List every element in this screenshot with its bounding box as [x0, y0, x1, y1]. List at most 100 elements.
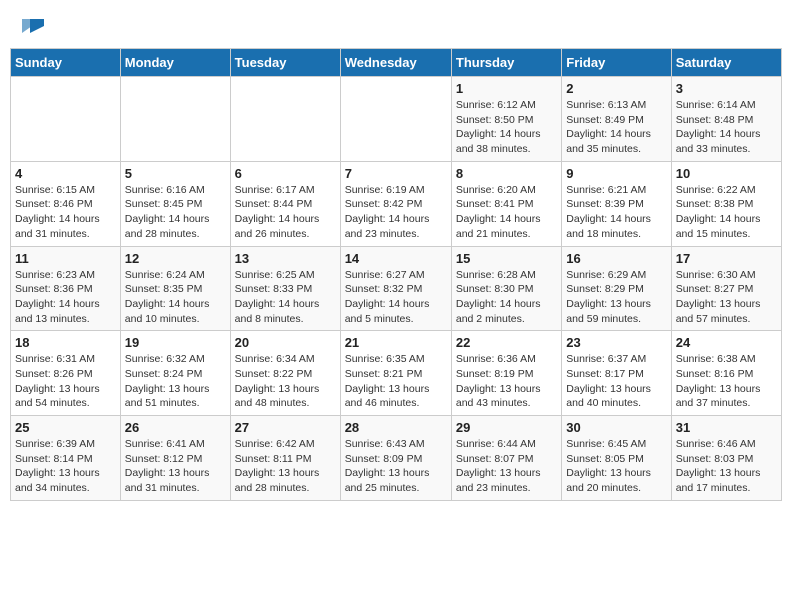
day-number: 23	[566, 335, 666, 350]
calendar-cell	[230, 77, 340, 162]
day-info: Sunrise: 6:25 AM Sunset: 8:33 PM Dayligh…	[235, 268, 336, 327]
calendar-table: SundayMondayTuesdayWednesdayThursdayFrid…	[10, 48, 782, 501]
day-info: Sunrise: 6:30 AM Sunset: 8:27 PM Dayligh…	[676, 268, 777, 327]
day-number: 10	[676, 166, 777, 181]
day-of-week-header: Thursday	[451, 49, 561, 77]
calendar-cell: 31 Sunrise: 6:46 AM Sunset: 8:03 PM Dayli…	[671, 416, 781, 501]
calendar-cell: 12 Sunrise: 6:24 AM Sunset: 8:35 PM Dayli…	[120, 246, 230, 331]
day-number: 12	[125, 251, 226, 266]
calendar-cell: 19Sunrise: 6:32 AM Sunset: 8:24 PM Dayli…	[120, 331, 230, 416]
day-info: Sunrise: 6:15 AM Sunset: 8:46 PM Dayligh…	[15, 183, 116, 242]
logo-bird-icon	[22, 15, 44, 37]
day-number: 30	[566, 420, 666, 435]
calendar-cell: 4 Sunrise: 6:15 AM Sunset: 8:46 PM Daylig…	[11, 161, 121, 246]
day-of-week-header: Sunday	[11, 49, 121, 77]
calendar-cell: 7 Sunrise: 6:19 AM Sunset: 8:42 PM Daylig…	[340, 161, 451, 246]
day-number: 14	[345, 251, 447, 266]
calendar-cell: 8Sunrise: 6:20 AM Sunset: 8:41 PM Daylig…	[451, 161, 561, 246]
calendar-cell: 1 Sunrise: 6:12 AM Sunset: 8:50 PM Daylig…	[451, 77, 561, 162]
day-of-week-header: Saturday	[671, 49, 781, 77]
day-number: 5	[125, 166, 226, 181]
calendar-cell: 22 Sunrise: 6:36 AM Sunset: 8:19 PM Dayli…	[451, 331, 561, 416]
day-number: 2	[566, 81, 666, 96]
day-number: 17	[676, 251, 777, 266]
calendar-cell: 29 Sunrise: 6:44 AM Sunset: 8:07 PM Dayli…	[451, 416, 561, 501]
calendar-cell: 13 Sunrise: 6:25 AM Sunset: 8:33 PM Dayli…	[230, 246, 340, 331]
day-info: Sunrise: 6:44 AM Sunset: 8:07 PM Dayligh…	[456, 437, 557, 496]
calendar-week-row: 11Sunrise: 6:23 AM Sunset: 8:36 PM Dayli…	[11, 246, 782, 331]
day-number: 16	[566, 251, 666, 266]
calendar-cell: 5 Sunrise: 6:16 AM Sunset: 8:45 PM Daylig…	[120, 161, 230, 246]
calendar-cell: 10 Sunrise: 6:22 AM Sunset: 8:38 PM Dayli…	[671, 161, 781, 246]
calendar-cell: 23 Sunrise: 6:37 AM Sunset: 8:17 PM Dayli…	[562, 331, 671, 416]
calendar-cell: 15 Sunrise: 6:28 AM Sunset: 8:30 PM Dayli…	[451, 246, 561, 331]
day-info: Sunrise: 6:27 AM Sunset: 8:32 PM Dayligh…	[345, 268, 447, 327]
day-info: Sunrise: 6:14 AM Sunset: 8:48 PM Dayligh…	[676, 98, 777, 157]
day-number: 18	[15, 335, 116, 350]
page-header	[10, 10, 782, 38]
day-info: Sunrise: 6:12 AM Sunset: 8:50 PM Dayligh…	[456, 98, 557, 157]
day-info: Sunrise: 6:21 AM Sunset: 8:39 PM Dayligh…	[566, 183, 666, 242]
day-of-week-header: Monday	[120, 49, 230, 77]
day-number: 1	[456, 81, 557, 96]
day-info: Sunrise: 6:34 AM Sunset: 8:22 PM Dayligh…	[235, 352, 336, 411]
day-info: Sunrise: 6:29 AM Sunset: 8:29 PM Dayligh…	[566, 268, 666, 327]
day-number: 7	[345, 166, 447, 181]
calendar-cell: 24 Sunrise: 6:38 AM Sunset: 8:16 PM Dayli…	[671, 331, 781, 416]
day-number: 24	[676, 335, 777, 350]
day-info: Sunrise: 6:13 AM Sunset: 8:49 PM Dayligh…	[566, 98, 666, 157]
day-info: Sunrise: 6:45 AM Sunset: 8:05 PM Dayligh…	[566, 437, 666, 496]
calendar-cell: 14 Sunrise: 6:27 AM Sunset: 8:32 PM Dayli…	[340, 246, 451, 331]
day-info: Sunrise: 6:37 AM Sunset: 8:17 PM Dayligh…	[566, 352, 666, 411]
day-info: Sunrise: 6:38 AM Sunset: 8:16 PM Dayligh…	[676, 352, 777, 411]
day-info: Sunrise: 6:28 AM Sunset: 8:30 PM Dayligh…	[456, 268, 557, 327]
calendar-cell: 27 Sunrise: 6:42 AM Sunset: 8:11 PM Dayli…	[230, 416, 340, 501]
calendar-cell: 3 Sunrise: 6:14 AM Sunset: 8:48 PM Daylig…	[671, 77, 781, 162]
calendar-cell: 18 Sunrise: 6:31 AM Sunset: 8:26 PM Dayli…	[11, 331, 121, 416]
day-info: Sunrise: 6:19 AM Sunset: 8:42 PM Dayligh…	[345, 183, 447, 242]
day-info: Sunrise: 6:46 AM Sunset: 8:03 PM Dayligh…	[676, 437, 777, 496]
day-number: 29	[456, 420, 557, 435]
day-number: 21	[345, 335, 447, 350]
calendar-cell	[340, 77, 451, 162]
calendar-cell: 6 Sunrise: 6:17 AM Sunset: 8:44 PM Daylig…	[230, 161, 340, 246]
day-number: 25	[15, 420, 116, 435]
calendar-header-row: SundayMondayTuesdayWednesdayThursdayFrid…	[11, 49, 782, 77]
calendar-cell: 2 Sunrise: 6:13 AM Sunset: 8:49 PM Daylig…	[562, 77, 671, 162]
day-number: 26	[125, 420, 226, 435]
day-of-week-header: Tuesday	[230, 49, 340, 77]
calendar-cell: 20Sunrise: 6:34 AM Sunset: 8:22 PM Dayli…	[230, 331, 340, 416]
calendar-cell: 17 Sunrise: 6:30 AM Sunset: 8:27 PM Dayli…	[671, 246, 781, 331]
day-info: Sunrise: 6:35 AM Sunset: 8:21 PM Dayligh…	[345, 352, 447, 411]
day-number: 13	[235, 251, 336, 266]
day-info: Sunrise: 6:20 AM Sunset: 8:41 PM Dayligh…	[456, 183, 557, 242]
day-number: 4	[15, 166, 116, 181]
day-info: Sunrise: 6:39 AM Sunset: 8:14 PM Dayligh…	[15, 437, 116, 496]
day-info: Sunrise: 6:16 AM Sunset: 8:45 PM Dayligh…	[125, 183, 226, 242]
day-info: Sunrise: 6:41 AM Sunset: 8:12 PM Dayligh…	[125, 437, 226, 496]
day-info: Sunrise: 6:22 AM Sunset: 8:38 PM Dayligh…	[676, 183, 777, 242]
day-info: Sunrise: 6:32 AM Sunset: 8:24 PM Dayligh…	[125, 352, 226, 411]
calendar-cell: 21 Sunrise: 6:35 AM Sunset: 8:21 PM Dayli…	[340, 331, 451, 416]
logo	[20, 15, 44, 33]
calendar-cell: 25 Sunrise: 6:39 AM Sunset: 8:14 PM Dayli…	[11, 416, 121, 501]
day-info: Sunrise: 6:43 AM Sunset: 8:09 PM Dayligh…	[345, 437, 447, 496]
calendar-cell: 26 Sunrise: 6:41 AM Sunset: 8:12 PM Dayli…	[120, 416, 230, 501]
day-info: Sunrise: 6:24 AM Sunset: 8:35 PM Dayligh…	[125, 268, 226, 327]
day-of-week-header: Wednesday	[340, 49, 451, 77]
day-info: Sunrise: 6:17 AM Sunset: 8:44 PM Dayligh…	[235, 183, 336, 242]
day-info: Sunrise: 6:31 AM Sunset: 8:26 PM Dayligh…	[15, 352, 116, 411]
day-of-week-header: Friday	[562, 49, 671, 77]
day-number: 27	[235, 420, 336, 435]
day-number: 6	[235, 166, 336, 181]
day-number: 3	[676, 81, 777, 96]
day-number: 31	[676, 420, 777, 435]
day-info: Sunrise: 6:36 AM Sunset: 8:19 PM Dayligh…	[456, 352, 557, 411]
calendar-cell: 9 Sunrise: 6:21 AM Sunset: 8:39 PM Daylig…	[562, 161, 671, 246]
day-number: 11	[15, 251, 116, 266]
day-number: 22	[456, 335, 557, 350]
day-number: 15	[456, 251, 557, 266]
day-number: 9	[566, 166, 666, 181]
day-info: Sunrise: 6:42 AM Sunset: 8:11 PM Dayligh…	[235, 437, 336, 496]
day-number: 28	[345, 420, 447, 435]
